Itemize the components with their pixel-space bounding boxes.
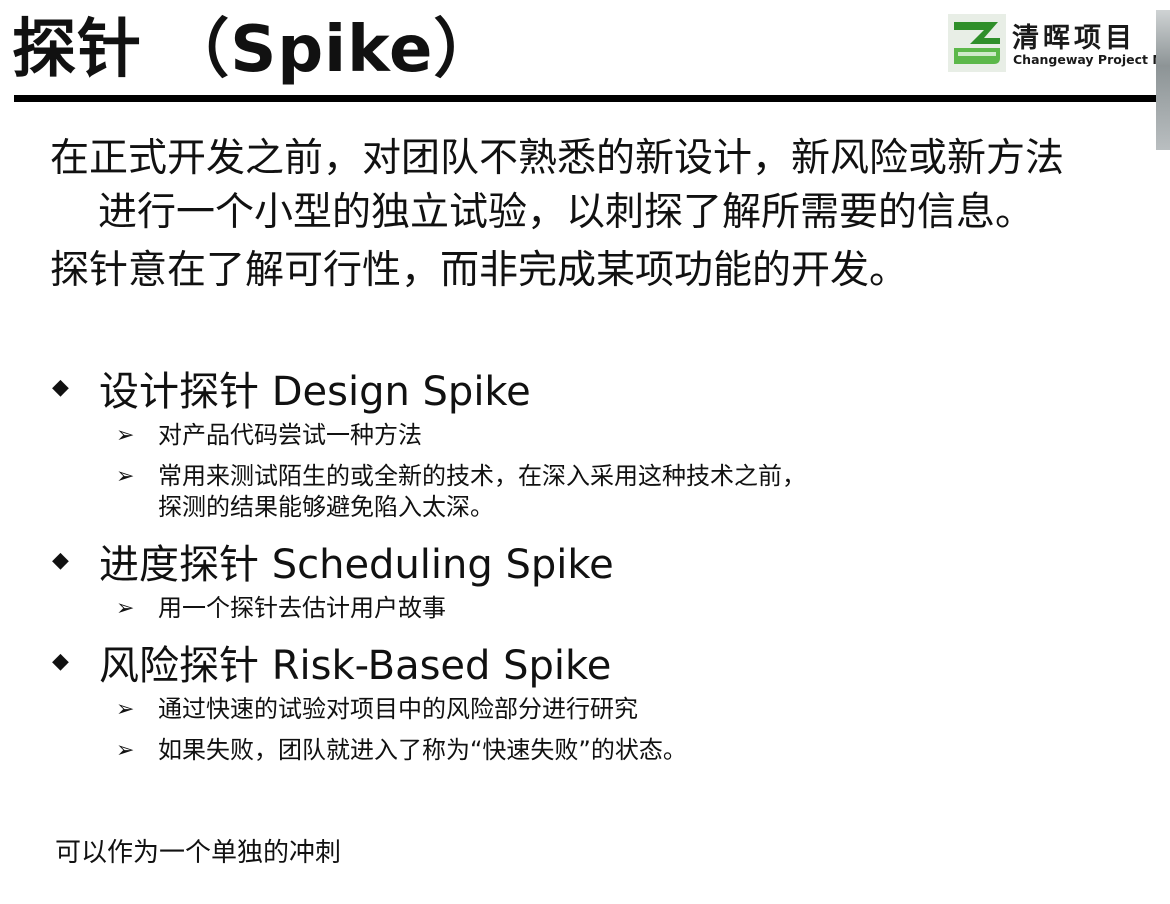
sub-item-text: 用一个探针去估计用户故事 (158, 594, 446, 622)
bullet-label: 风险探针 Risk-Based Spike (99, 643, 612, 689)
company-logo: 清晖项目 Changeway Project Ma (946, 12, 1170, 74)
intro-text: 在正式开发之前，对团队不熟悉的新设计，新风险或新方法 进行一个小型的独立试验，以… (50, 132, 1170, 298)
presenter-video-edge (1156, 10, 1170, 150)
arrow-bullet-icon: ➢ (116, 738, 135, 763)
bullet-design-spike: ◆ 设计探针 Design Spike ➢ 对产品代码尝试一种方法 ➢ 常用来测… (52, 360, 1152, 523)
sub-item: ➢ 常用来测试陌生的或全新的技术，在深入采用这种技术之前， 探测的结果能够避免陷… (52, 461, 1152, 523)
intro-line-2: 进行一个小型的独立试验，以刺探了解所需要的信息。 (98, 190, 1035, 235)
sub-item-text: 如果失败，团队就进入了称为“快速失败”的状态。 (158, 736, 687, 764)
bullet-risk-based-spike: ◆ 风险探针 Risk-Based Spike ➢ 通过快速的试验对项目中的风险… (52, 634, 1152, 766)
sub-item: ➢ 通过快速的试验对项目中的风险部分进行研究 (52, 694, 1152, 725)
sub-item-text: 对产品代码尝试一种方法 (158, 421, 422, 449)
diamond-bullet-icon: ◆ (52, 375, 69, 400)
sub-item: ➢ 用一个探针去估计用户故事 (52, 593, 1152, 624)
bullet-label: 进度探针 Scheduling Spike (99, 542, 614, 588)
sub-item-text: 常用来测试陌生的或全新的技术，在深入采用这种技术之前， 探测的结果能够避免陷入太… (158, 462, 806, 521)
sub-item-text: 通过快速的试验对项目中的风险部分进行研究 (158, 695, 638, 723)
changeway-logo-mark-icon (948, 14, 1006, 72)
arrow-bullet-icon: ➢ (116, 464, 135, 489)
footer-note: 可以作为一个单独的冲刺 (55, 838, 342, 868)
diamond-bullet-icon: ◆ (52, 649, 69, 674)
slide-title: 探针 （Spike） (12, 13, 499, 87)
title-underline (14, 95, 1159, 102)
logo-chinese-text: 清晖项目 (1012, 23, 1136, 54)
diamond-bullet-icon: ◆ (52, 548, 69, 573)
bullet-list: ◆ 设计探针 Design Spike ➢ 对产品代码尝试一种方法 ➢ 常用来测… (52, 360, 1152, 776)
logo-english-text: Changeway Project Ma (1013, 52, 1170, 67)
arrow-bullet-icon: ➢ (116, 697, 135, 722)
sub-item: ➢ 对产品代码尝试一种方法 (52, 420, 1152, 451)
arrow-bullet-icon: ➢ (116, 596, 135, 621)
arrow-bullet-icon: ➢ (116, 423, 135, 448)
bullet-label: 设计探针 Design Spike (99, 369, 531, 415)
intro-line-3: 探针意在了解可行性，而非完成某项功能的开发。 (50, 248, 909, 293)
intro-line-1: 在正式开发之前，对团队不熟悉的新设计，新风险或新方法 (50, 136, 1065, 181)
bullet-scheduling-spike: ◆ 进度探针 Scheduling Spike ➢ 用一个探针去估计用户故事 (52, 533, 1152, 624)
sub-item: ➢ 如果失败，团队就进入了称为“快速失败”的状态。 (52, 735, 1152, 766)
